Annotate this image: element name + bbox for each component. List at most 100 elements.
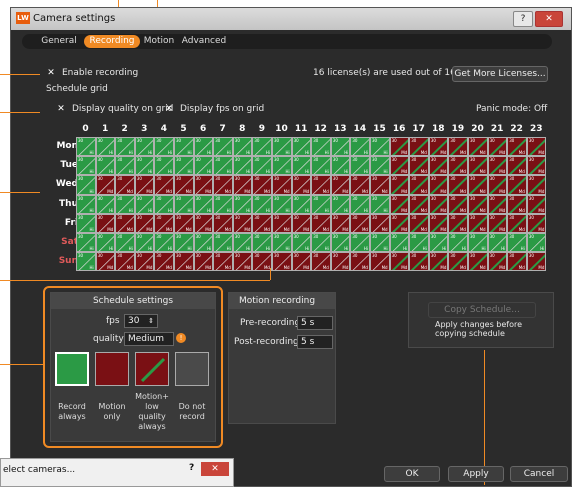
grid-cell[interactable]: 30 Md (174, 252, 194, 272)
grid-cell[interactable]: 30 Md (291, 175, 312, 195)
grid-cell[interactable]: 30 Hi (330, 194, 351, 214)
grid-cell[interactable]: 30 Hi (76, 213, 96, 233)
grid-cell[interactable]: 30 Md (526, 137, 547, 157)
grid-hour-15[interactable]: 15 (372, 124, 387, 134)
grid-cell[interactable]: 30 Hi (272, 233, 292, 253)
pre-recording-spinbox[interactable]: 5 s (297, 316, 333, 330)
grid-cell[interactable]: 30 Md (311, 252, 331, 272)
grid-day-wed[interactable]: Wed (40, 179, 78, 189)
grid-cell[interactable]: 30 Md (428, 175, 449, 195)
grid-cell[interactable]: 30 Hi (526, 233, 547, 253)
grid-cell[interactable]: 30 Md (428, 194, 449, 214)
grid-hour-4[interactable]: 4 (156, 124, 171, 134)
grid-hour-19[interactable]: 19 (450, 124, 465, 134)
grid-cell[interactable]: 30 Md (448, 156, 468, 176)
tab-motion[interactable]: Motion (141, 35, 177, 48)
grid-cell[interactable]: 30 Hi (232, 156, 253, 176)
grid-cell[interactable]: 30 Hi (487, 233, 508, 253)
grid-hour-8[interactable]: 8 (235, 124, 250, 134)
grid-hour-9[interactable]: 9 (254, 124, 269, 134)
grid-cell[interactable]: 30 Md (174, 175, 194, 195)
grid-cell[interactable]: 30 Md (154, 213, 174, 233)
grid-cell[interactable]: 30 Hi (389, 233, 410, 253)
grid-cell[interactable]: 30 Md (389, 156, 410, 176)
grid-cell[interactable]: 30 Md (428, 213, 449, 233)
grid-day-thu[interactable]: Thu (40, 199, 78, 209)
grid-cell[interactable]: 30 Hi (252, 137, 272, 157)
grid-cell[interactable]: 30 Hi (291, 233, 312, 253)
grid-cell[interactable]: 30 Hi (311, 137, 331, 157)
grid-cell[interactable]: 30 Md (350, 175, 370, 195)
grid-cell[interactable]: 30 Hi (76, 233, 96, 253)
grid-cell[interactable]: 30 Hi (370, 137, 390, 157)
grid-cell[interactable]: 30 Hi (174, 194, 194, 214)
grid-hour-1[interactable]: 1 (98, 124, 113, 134)
grid-day-mon[interactable]: Mon (40, 141, 78, 151)
grid-cell[interactable]: 30 Md (134, 252, 155, 272)
grid-cell[interactable]: 30 Hi (252, 194, 272, 214)
grid-cell[interactable]: 30 Hi (350, 233, 370, 253)
grid-cell[interactable]: 30 Md (526, 252, 547, 272)
grid-cell[interactable]: 30 Md (389, 137, 410, 157)
grid-hour-20[interactable]: 20 (470, 124, 485, 134)
grid-cell[interactable]: 30 Md (507, 194, 527, 214)
grid-cell[interactable]: 30 Md (389, 213, 410, 233)
grid-cell[interactable]: 30 Md (468, 213, 488, 233)
grid-cell[interactable]: 30 Hi (272, 156, 292, 176)
grid-cell[interactable]: 30 Md (134, 213, 155, 233)
grid-cell[interactable]: 30 Md (389, 194, 410, 214)
grid-hour-13[interactable]: 13 (333, 124, 348, 134)
grid-cell[interactable]: 30 Hi (154, 137, 174, 157)
grid-cell[interactable]: 30 Hi (76, 137, 96, 157)
grid-cell[interactable]: 30 Md (428, 137, 449, 157)
grid-cell[interactable]: 30 Md (213, 252, 233, 272)
grid-day-sun[interactable]: Sun (40, 256, 78, 266)
grid-cell[interactable]: 30 Md (232, 213, 253, 233)
grid-hour-17[interactable]: 17 (411, 124, 426, 134)
grid-cell[interactable]: 30 Hi (213, 137, 233, 157)
legend-record-always-swatch[interactable] (55, 352, 89, 386)
grid-cell[interactable]: 30 Md (409, 156, 429, 176)
grid-cell[interactable]: 30 Hi (95, 233, 116, 253)
apply-button[interactable]: Apply (448, 466, 504, 482)
grid-cell[interactable]: 30 Md (115, 175, 135, 195)
grid-cell[interactable]: 30 Hi (76, 252, 96, 272)
grid-cell[interactable]: 30 Md (95, 252, 116, 272)
tab-advanced[interactable]: Advanced (180, 35, 228, 48)
grid-cell[interactable]: 30 Hi (115, 233, 135, 253)
grid-cell[interactable]: 30 Hi (76, 175, 96, 195)
grid-cell[interactable]: 30 Hi (291, 194, 312, 214)
grid-cell[interactable]: 30 Hi (409, 233, 429, 253)
grid-cell[interactable]: 30 Hi (291, 137, 312, 157)
legend-motion-only-swatch[interactable] (95, 352, 129, 386)
grid-cell[interactable]: 30 Md (252, 213, 272, 233)
grid-cell[interactable]: 30 Md (448, 194, 468, 214)
grid-cell[interactable]: 30 Hi (154, 156, 174, 176)
grid-hour-0[interactable]: 0 (78, 124, 93, 134)
grid-cell[interactable]: 30 Hi (174, 156, 194, 176)
grid-cell[interactable]: 30 Md (134, 175, 155, 195)
grid-cell[interactable]: 30 Hi (95, 137, 116, 157)
fps-spinbox[interactable]: 30 ⇕ (124, 314, 158, 328)
grid-cell[interactable]: 30 Hi (115, 137, 135, 157)
grid-cell[interactable]: 30 Md (526, 194, 547, 214)
grid-cell[interactable]: 30 Hi (134, 233, 155, 253)
grid-hour-22[interactable]: 22 (509, 124, 524, 134)
enable-recording-checkbox[interactable]: ✕ (46, 68, 56, 78)
grid-cell[interactable]: 30 Md (370, 213, 390, 233)
grid-cell[interactable]: 30 Hi (134, 194, 155, 214)
grid-cell[interactable]: 30 Hi (154, 233, 174, 253)
grid-hour-11[interactable]: 11 (294, 124, 309, 134)
grid-cell[interactable]: 30 Hi (115, 156, 135, 176)
grid-day-sat[interactable]: Sat (40, 237, 78, 247)
grid-hour-7[interactable]: 7 (215, 124, 230, 134)
grid-cell[interactable]: 30 Hi (350, 137, 370, 157)
grid-cell[interactable]: 30 Md (311, 213, 331, 233)
grid-hour-6[interactable]: 6 (196, 124, 211, 134)
grid-cell[interactable]: 30 Md (448, 137, 468, 157)
grid-cell[interactable]: 30 Hi (76, 156, 96, 176)
grid-cell[interactable]: 30 Md (409, 175, 429, 195)
grid-hour-16[interactable]: 16 (392, 124, 407, 134)
help-button[interactable]: ? (513, 11, 533, 27)
grid-cell[interactable]: 30 Hi (330, 233, 351, 253)
